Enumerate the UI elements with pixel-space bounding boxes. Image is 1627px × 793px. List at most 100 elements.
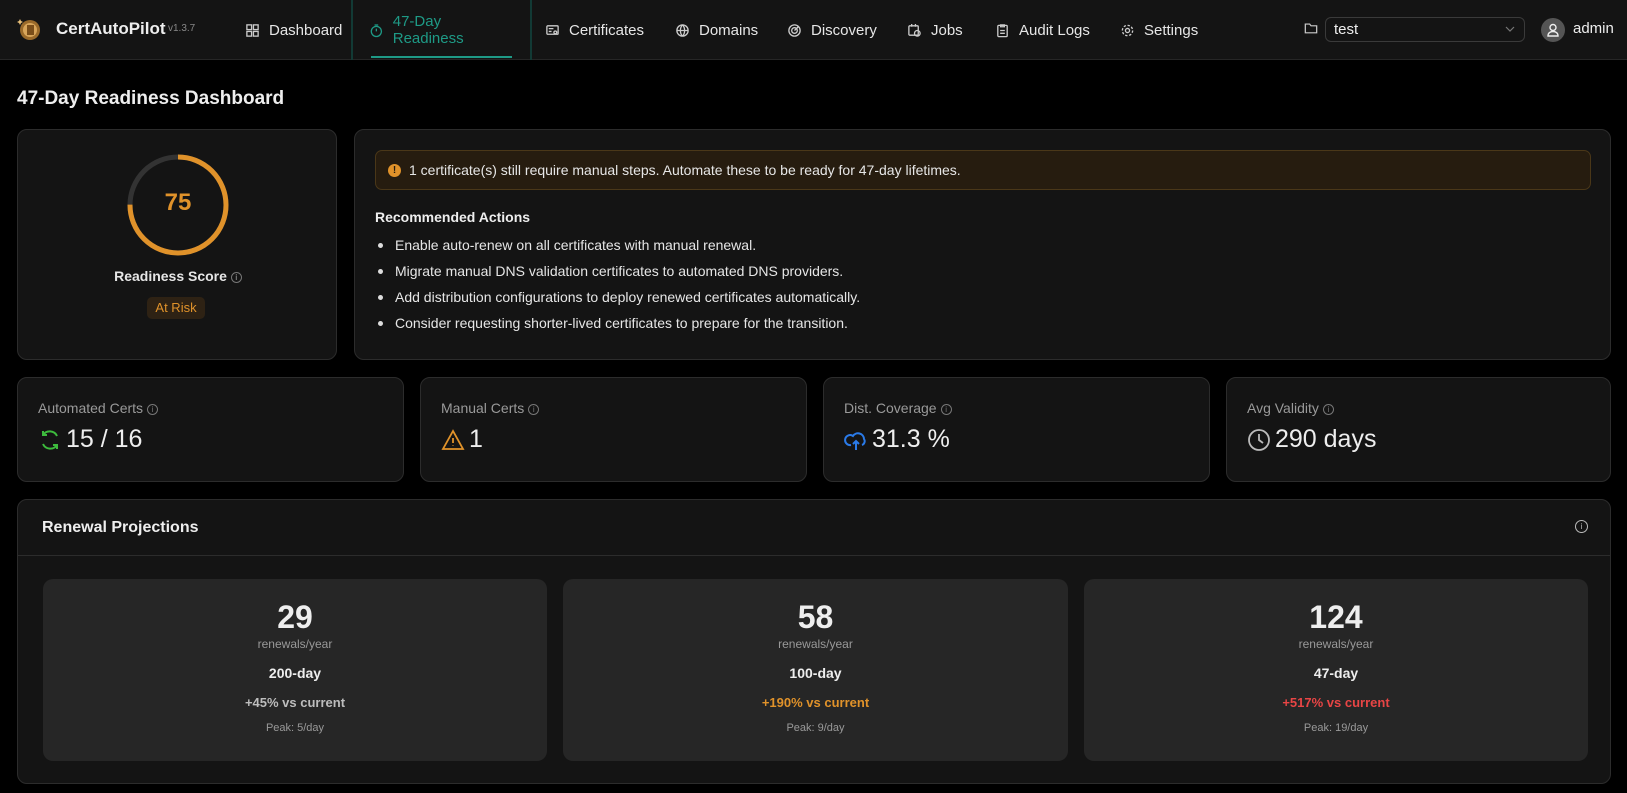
warning-triangle-icon: [441, 428, 465, 450]
nav-label: Discovery: [811, 21, 877, 39]
folder-icon: [1304, 21, 1318, 40]
stat-value-row: 15 / 16: [38, 425, 142, 454]
projection-delta: +517% vs current: [1282, 695, 1390, 710]
stat-label-row: Automated Certs i: [38, 400, 159, 416]
warning-circle-icon: !: [388, 163, 401, 177]
manual-steps-alert: ! 1 certificate(s) still require manual …: [375, 150, 1591, 190]
card-header: Renewal Projections i: [18, 500, 1610, 556]
radar-icon: [788, 23, 801, 37]
projection-count: 29: [277, 599, 313, 635]
renewal-projections-title: Renewal Projections: [42, 519, 199, 536]
stat-value: 15 / 16: [66, 425, 143, 453]
jobs-icon: [908, 23, 921, 37]
recommended-actions-title: Recommended Actions: [375, 209, 531, 225]
projection-peak: Peak: 19/day: [1303, 722, 1369, 734]
workspace-select[interactable]: test: [1325, 17, 1525, 42]
user-icon: [1547, 23, 1559, 37]
gear-icon: [1121, 24, 1134, 36]
timer-icon: [370, 23, 383, 37]
nav-label: Jobs: [931, 21, 963, 39]
workspace-select-value: test: [1334, 21, 1359, 38]
stat-label: Automated Certs: [38, 400, 144, 416]
info-icon[interactable]: i: [528, 403, 540, 415]
dashboard-icon: [246, 23, 259, 37]
renewal-projections-card: Renewal Projections i 29 renewals/year 2…: [17, 499, 1611, 784]
nav-discovery[interactable]: Discovery: [787, 0, 877, 60]
stat-label-row: Manual Certs i: [441, 400, 540, 416]
top-navbar: CertAutoPilot v1.3.7 Dashboard 47-Day Re…: [0, 0, 1627, 60]
status-badge: At Risk: [147, 297, 205, 319]
projection-delta: +45% vs current: [244, 695, 346, 710]
stat-value-row: 31.3 %: [844, 425, 950, 454]
readiness-score-card: 75 Readiness Score i At Risk: [17, 129, 337, 360]
stat-dist-coverage: Dist. Coverage i 31.3 %: [823, 377, 1210, 482]
nav-certificates[interactable]: Certificates: [545, 0, 644, 60]
globe-icon: [676, 23, 689, 37]
nav-label: Domains: [699, 21, 759, 39]
projection-100-day: 58 renewals/year 100-day +190% vs curren…: [563, 579, 1068, 761]
nav-jobs[interactable]: Jobs: [907, 0, 963, 60]
refresh-icon: [42, 429, 58, 450]
projection-period: 47-day: [1313, 665, 1359, 681]
app-name: CertAutoPilot: [56, 19, 166, 38]
list-item: Enable auto-renew on all certificates wi…: [375, 232, 860, 258]
stat-automated-certs: Automated Certs i 15 / 16: [17, 377, 404, 482]
stat-value: 31.3 %: [872, 425, 950, 453]
stat-value: 290 days: [1275, 425, 1377, 453]
list-item: Add distribution configurations to deplo…: [375, 284, 860, 310]
info-icon[interactable]: i: [1575, 520, 1588, 533]
clipboard-icon: [997, 23, 1008, 37]
nav-domains[interactable]: Domains: [675, 0, 758, 60]
projection-period: 100-day: [789, 665, 842, 681]
logo-icon: [17, 16, 41, 42]
avatar[interactable]: [1541, 18, 1565, 42]
stat-label: Manual Certs: [441, 400, 525, 416]
stat-avg-validity: Avg Validity i 290 days: [1226, 377, 1611, 482]
recommended-actions-list: Enable auto-renew on all certificates wi…: [375, 232, 860, 336]
nav-label: Audit Logs: [1019, 21, 1090, 39]
nav-label: Settings: [1144, 21, 1199, 39]
stat-label: Avg Validity: [1247, 400, 1319, 416]
info-icon[interactable]: i: [1322, 403, 1334, 415]
projection-count: 124: [1309, 599, 1363, 635]
stat-value-row: 290 days: [1247, 425, 1376, 454]
projection-peak: Peak: 9/day: [786, 722, 845, 734]
nav-47-day-readiness[interactable]: 47-Day Readiness: [351, 0, 532, 60]
projection-delta: +190% vs current: [761, 695, 870, 710]
app-version: v1.3.7: [168, 23, 196, 34]
clock-icon: [1248, 428, 1270, 451]
nav-label: Dashboard: [269, 21, 343, 39]
projection-count: 58: [797, 599, 834, 635]
nav-label: Certificates: [569, 21, 645, 39]
projection-peak: Peak: 5/day: [265, 722, 325, 734]
info-icon[interactable]: i: [940, 403, 952, 415]
stat-label: Dist. Coverage: [844, 400, 937, 416]
list-item: Consider requesting shorter-lived certif…: [375, 310, 860, 336]
info-icon[interactable]: i: [230, 271, 242, 283]
chevron-down-icon: [1504, 22, 1516, 39]
readiness-score-label: Readiness Score: [114, 268, 227, 284]
list-item: Migrate manual DNS validation certificat…: [375, 258, 860, 284]
stat-value-row: 1: [441, 425, 483, 454]
projection-period: 200-day: [268, 665, 322, 681]
certificate-icon: [546, 24, 559, 35]
readiness-score-value: 75: [164, 189, 192, 216]
page-title: 47-Day Readiness Dashboard: [17, 88, 285, 109]
stat-value: 1: [469, 425, 483, 453]
projection-47-day: 124 renewals/year 47-day +517% vs curren…: [1084, 579, 1588, 761]
stat-label-row: Avg Validity i: [1247, 400, 1334, 416]
projection-200-day: 29 renewals/year 200-day +45% vs current…: [43, 579, 547, 761]
projection-unit: renewals/year: [778, 637, 853, 651]
projection-unit: renewals/year: [1298, 637, 1374, 651]
nav-settings[interactable]: Settings: [1120, 0, 1198, 60]
cloud-upload-icon: [844, 431, 866, 450]
nav-audit-logs[interactable]: Audit Logs: [995, 0, 1090, 60]
nav-dashboard[interactable]: Dashboard: [245, 0, 342, 60]
username[interactable]: admin: [1573, 20, 1614, 37]
nav-label: 47-Day Readiness: [392, 13, 464, 47]
alert-text: 1 certificate(s) still require manual st…: [409, 162, 961, 178]
recommendations-card: ! 1 certificate(s) still require manual …: [354, 129, 1611, 360]
info-icon[interactable]: i: [147, 403, 159, 415]
stat-label-row: Dist. Coverage i: [844, 400, 952, 416]
stat-manual-certs: Manual Certs i 1: [420, 377, 807, 482]
